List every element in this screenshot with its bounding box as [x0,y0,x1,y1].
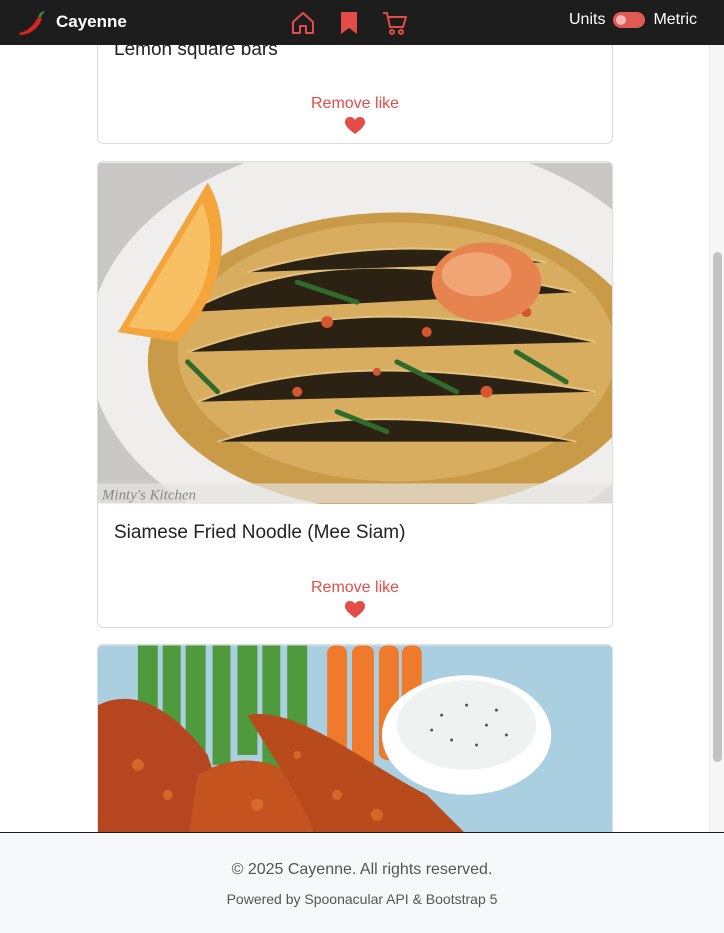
remove-like-button[interactable]: Remove like [98,95,612,113]
scrollbar-thumb[interactable] [713,252,722,762]
recipe-title: Siamese Fried Noodle (Mee Siam) [114,522,406,543]
recipe-image[interactable] [98,645,612,832]
recipe-card: Lemon square bars Remove like [97,45,613,144]
heart-icon[interactable] [345,601,365,619]
home-icon[interactable] [290,10,316,36]
footer-copyright: © 2025 Cayenne. All rights reserved. [231,861,493,878]
units-label: Units [568,11,606,28]
footer-powered-by: Powered by Spoonacular API & Bootstrap 5 [226,891,498,907]
remove-like-button[interactable]: Remove like [98,579,612,597]
recipe-image[interactable]: Minty's Kitchen [98,162,612,504]
page-footer: © 2025 Cayenne. All rights reserved. Pow… [0,832,724,933]
liked-recipes-list: Lemon square bars Remove like Minty's Ki… [0,45,724,832]
recipe-card: Minty's Kitchen Siamese Fried Noodle (Me… [97,161,613,628]
toggle-knob [616,15,627,25]
recipe-title: Lemon square bars [114,45,278,60]
nav-icon-group [290,10,408,36]
bookmark-icon[interactable] [336,10,362,36]
cart-icon[interactable] [382,10,408,36]
brand-link[interactable]: Cayenne [16,8,127,36]
units-value: Metric [653,11,697,28]
units-switch: Units Metric [569,11,697,29]
image-watermark: Minty's Kitchen [101,487,196,503]
heart-icon[interactable] [345,117,365,135]
recipe-card [97,644,613,832]
chili-pepper-icon [19,11,44,35]
brand-name: Cayenne [56,12,127,31]
units-toggle[interactable] [613,12,646,28]
top-navbar: Cayenne Units Metric [0,0,724,45]
